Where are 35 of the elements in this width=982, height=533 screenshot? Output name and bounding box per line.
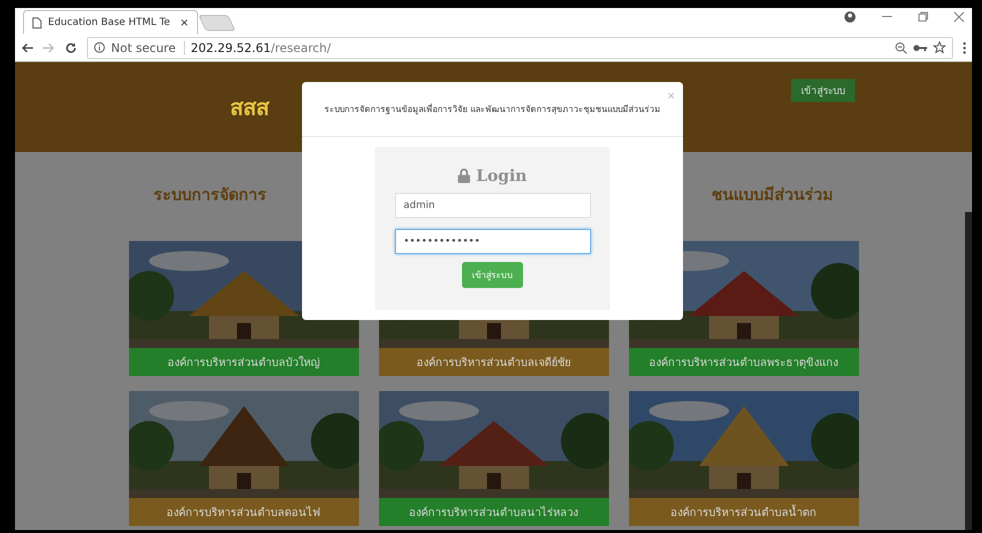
card-caption[interactable]: องค์การบริหารส่วนตำบลบัวใหญ่	[128, 348, 358, 376]
page-heading: ระบบการจัดการ	[154, 184, 266, 206]
card-caption[interactable]: องค์การบริหารส่วนตำบลน้ำตก	[628, 498, 858, 526]
url-text: 202.29.52.61/research/	[190, 40, 331, 54]
tab-close-button[interactable]: ×	[180, 16, 189, 29]
password-field[interactable]: •••••••••••••	[394, 229, 590, 254]
zoom-icon[interactable]	[895, 42, 907, 54]
security-label: Not secure	[111, 40, 185, 54]
card-caption[interactable]: องค์การบริหารส่วนตำบลนาไร่หลวง	[378, 498, 608, 526]
key-icon[interactable]	[913, 44, 927, 52]
reload-icon[interactable]	[65, 42, 77, 54]
back-icon[interactable]	[21, 42, 33, 52]
lock-icon	[458, 168, 470, 182]
star-icon[interactable]	[933, 41, 946, 54]
submit-button[interactable]: เข้าสู่ระบบ	[462, 262, 523, 288]
close-icon[interactable]	[954, 12, 964, 22]
restore-icon[interactable]	[918, 12, 928, 22]
tab-title: Education Base HTML Te	[48, 17, 172, 28]
dialog-title: ระบบการจัดการฐานข้อมูลเพื่อการวิจัย และพัฒนาการจัดการสุขภาวะชุมชนแบบมีส่วนร่วม	[324, 102, 660, 116]
info-icon	[94, 42, 105, 53]
menu-icon[interactable]	[963, 42, 966, 54]
card-caption[interactable]: องค์การบริหารส่วนตำบลดอนไฟ	[128, 498, 358, 526]
username-field[interactable]: admin	[394, 193, 590, 218]
login-title: Login	[476, 166, 527, 184]
profile-icon[interactable]	[844, 11, 856, 23]
address-bar[interactable]: Not secure 202.29.52.61/research/	[87, 36, 953, 58]
minimize-icon[interactable]	[882, 16, 892, 18]
page-heading: ชนแบบมีส่วนร่วม	[712, 184, 834, 206]
card-caption[interactable]: องค์การบริหารส่วนตำบลพระธาตุขิงแกง	[628, 348, 858, 376]
page-icon	[32, 16, 42, 28]
card-caption[interactable]: องค์การบริหารส่วนตำบลเจดีย์ชัย	[378, 348, 608, 376]
login-button[interactable]: เข้าสู่ระบบ	[791, 79, 855, 102]
browser-tab[interactable]: Education Base HTML Te ×	[23, 10, 198, 34]
logo: สสส	[230, 94, 269, 122]
scrollbar[interactable]	[965, 212, 972, 530]
